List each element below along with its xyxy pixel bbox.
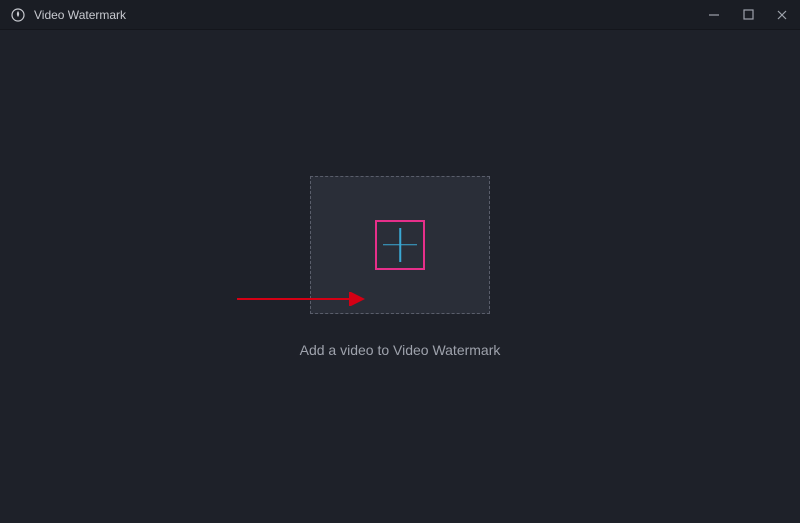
main-area: Add a video to Video Watermark — [0, 30, 800, 523]
app-title: Video Watermark — [34, 8, 126, 22]
titlebar-left: Video Watermark — [10, 7, 126, 23]
plus-icon — [383, 228, 417, 262]
app-logo-icon — [10, 7, 26, 23]
titlebar: Video Watermark — [0, 0, 800, 30]
window-controls — [706, 7, 790, 23]
video-dropzone[interactable] — [310, 176, 490, 314]
help-text: Add a video to Video Watermark — [300, 342, 501, 358]
minimize-button[interactable] — [706, 7, 722, 23]
maximize-button[interactable] — [740, 7, 756, 23]
close-button[interactable] — [774, 7, 790, 23]
add-video-button[interactable] — [375, 220, 425, 270]
